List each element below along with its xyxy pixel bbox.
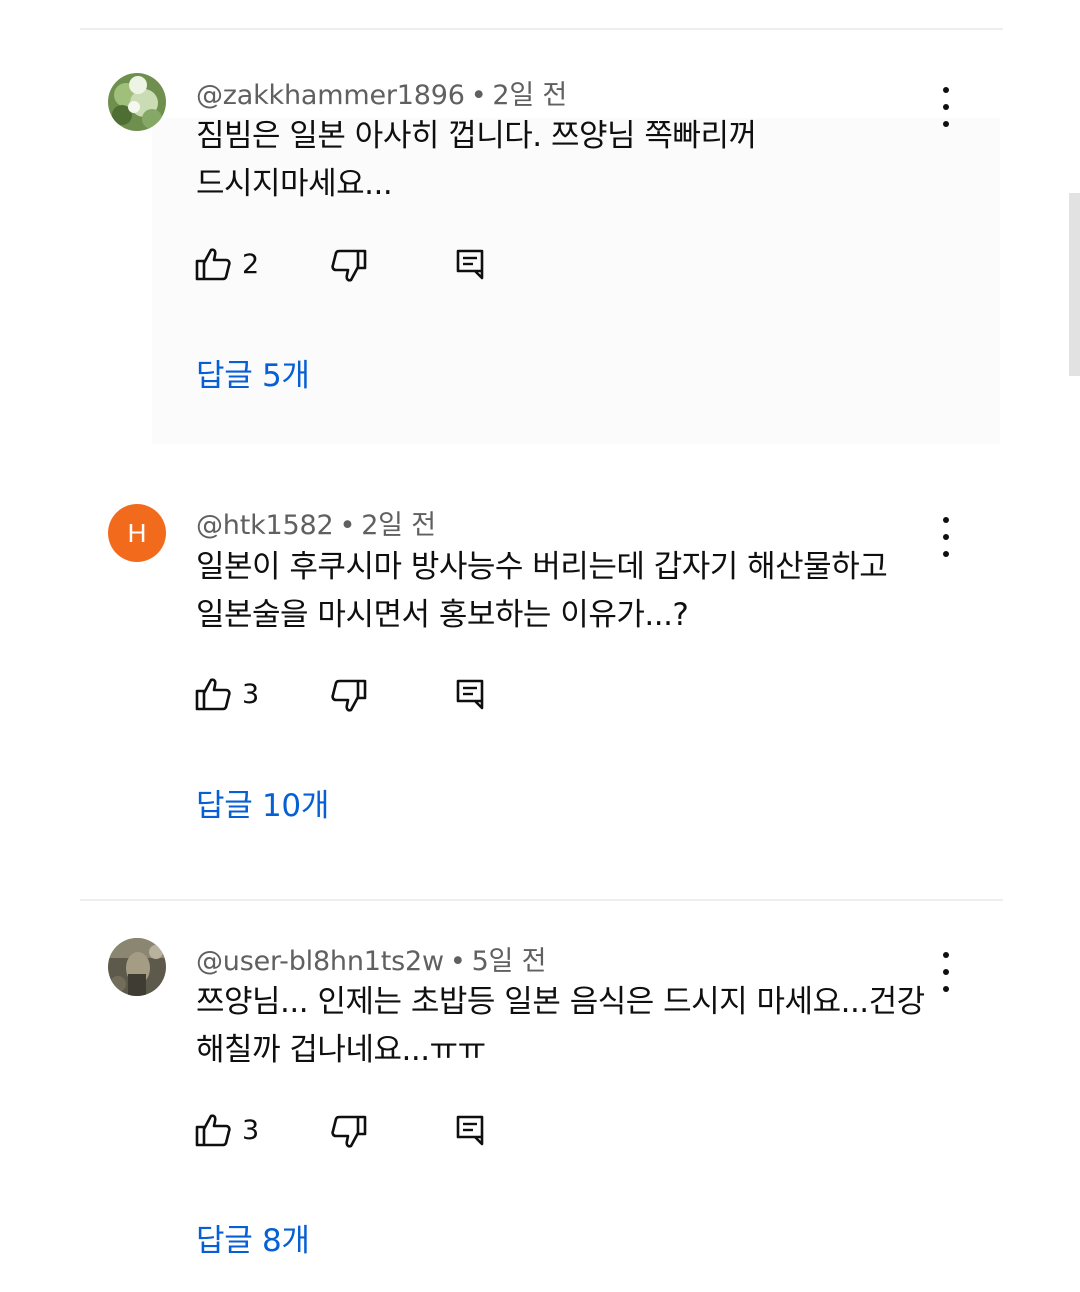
- thumbs-down-icon: [331, 679, 367, 712]
- comment-text: 쯔양님... 인제는 초밥등 일본 음식은 드시지 마세요...건강 해칠까 겁…: [196, 978, 936, 1074]
- thumbs-up-icon: [195, 248, 231, 281]
- view-replies-link[interactable]: 답글 8개: [196, 1215, 310, 1260]
- view-replies-link[interactable]: 답글 10개: [196, 780, 329, 825]
- comment-time[interactable]: 5일 전: [472, 946, 547, 977]
- avatar[interactable]: [108, 938, 166, 996]
- comment-text: 짐빔은 일본 아사히 껍니다. 쯔양님 쪽빠리꺼 드시지마세요...: [196, 112, 956, 208]
- comment-text-line: 드시지마세요...: [196, 166, 393, 202]
- section-divider: [80, 899, 1003, 901]
- comment-time[interactable]: 2일 전: [492, 80, 567, 111]
- dislike-button[interactable]: [330, 1114, 368, 1154]
- like-count: 3: [242, 1114, 260, 1146]
- author-name[interactable]: @user-bl8hn1ts2w: [196, 946, 444, 977]
- avatar-photo-image: [108, 938, 166, 996]
- comment-meta: @htk1582 • 2일 전: [196, 503, 436, 542]
- thumbs-down-icon: [331, 249, 367, 282]
- reply-button[interactable]: [455, 248, 485, 284]
- comment-meta: @user-bl8hn1ts2w • 5일 전: [196, 939, 546, 978]
- thumbs-up-icon: [195, 1114, 231, 1147]
- comment-text-line: 일본술을 마시면서 홍보하는 이유가...?: [196, 597, 689, 633]
- like-button[interactable]: 3: [194, 676, 259, 712]
- meta-separator: •: [470, 80, 487, 111]
- more-options-icon[interactable]: [936, 952, 956, 992]
- comment-text-line: 짐빔은 일본 아사히 껍니다. 쯔양님 쪽빠리꺼: [196, 118, 757, 154]
- author-name[interactable]: @zakkhammer1896: [196, 80, 465, 111]
- comment-text-line: 쯔양님... 인제는 초밥등 일본 음식은 드시지 마세요...건강: [196, 984, 925, 1020]
- like-button[interactable]: 3: [194, 1112, 259, 1148]
- comment-meta: @zakkhammer1896 • 2일 전: [196, 73, 567, 112]
- comment-text: 일본이 후쿠시마 방사능수 버리는데 갑자기 해산물하고 일본술을 마시면서 홍…: [196, 543, 936, 639]
- meta-separator: •: [449, 946, 466, 977]
- thumbs-up-icon: [195, 678, 231, 711]
- comment-text-line: 해칠까 겁나네요...ㅠㅠ: [196, 1032, 486, 1068]
- thumbs-down-icon: [331, 1115, 367, 1148]
- comment-text-line: 일본이 후쿠시마 방사능수 버리는데 갑자기 해산물하고: [196, 549, 888, 585]
- scrollbar-thumb[interactable]: [1069, 193, 1080, 376]
- meta-separator: •: [339, 510, 356, 541]
- comment-reply-icon: [456, 1115, 484, 1146]
- avatar[interactable]: H: [108, 504, 166, 562]
- reply-button[interactable]: [455, 1114, 485, 1150]
- dislike-button[interactable]: [330, 248, 368, 288]
- avatar-letter: H: [127, 517, 147, 548]
- top-divider: [80, 28, 1003, 30]
- view-replies-link[interactable]: 답글 5개: [196, 350, 310, 395]
- comment-reply-icon: [456, 249, 484, 280]
- comment-reply-icon: [456, 679, 484, 710]
- comment-time[interactable]: 2일 전: [361, 510, 436, 541]
- like-button[interactable]: 2: [194, 246, 259, 282]
- comments-page: @zakkhammer1896 • 2일 전 짐빔은 일본 아사히 껍니다. 쯔양님…: [0, 0, 1080, 1292]
- avatar-foliage-image: [108, 73, 166, 131]
- avatar[interactable]: [108, 73, 166, 131]
- more-options-icon[interactable]: [936, 517, 956, 557]
- like-count: 2: [242, 248, 260, 280]
- author-name[interactable]: @htk1582: [196, 510, 334, 541]
- reply-button[interactable]: [455, 678, 485, 714]
- dislike-button[interactable]: [330, 678, 368, 718]
- like-count: 3: [242, 678, 260, 710]
